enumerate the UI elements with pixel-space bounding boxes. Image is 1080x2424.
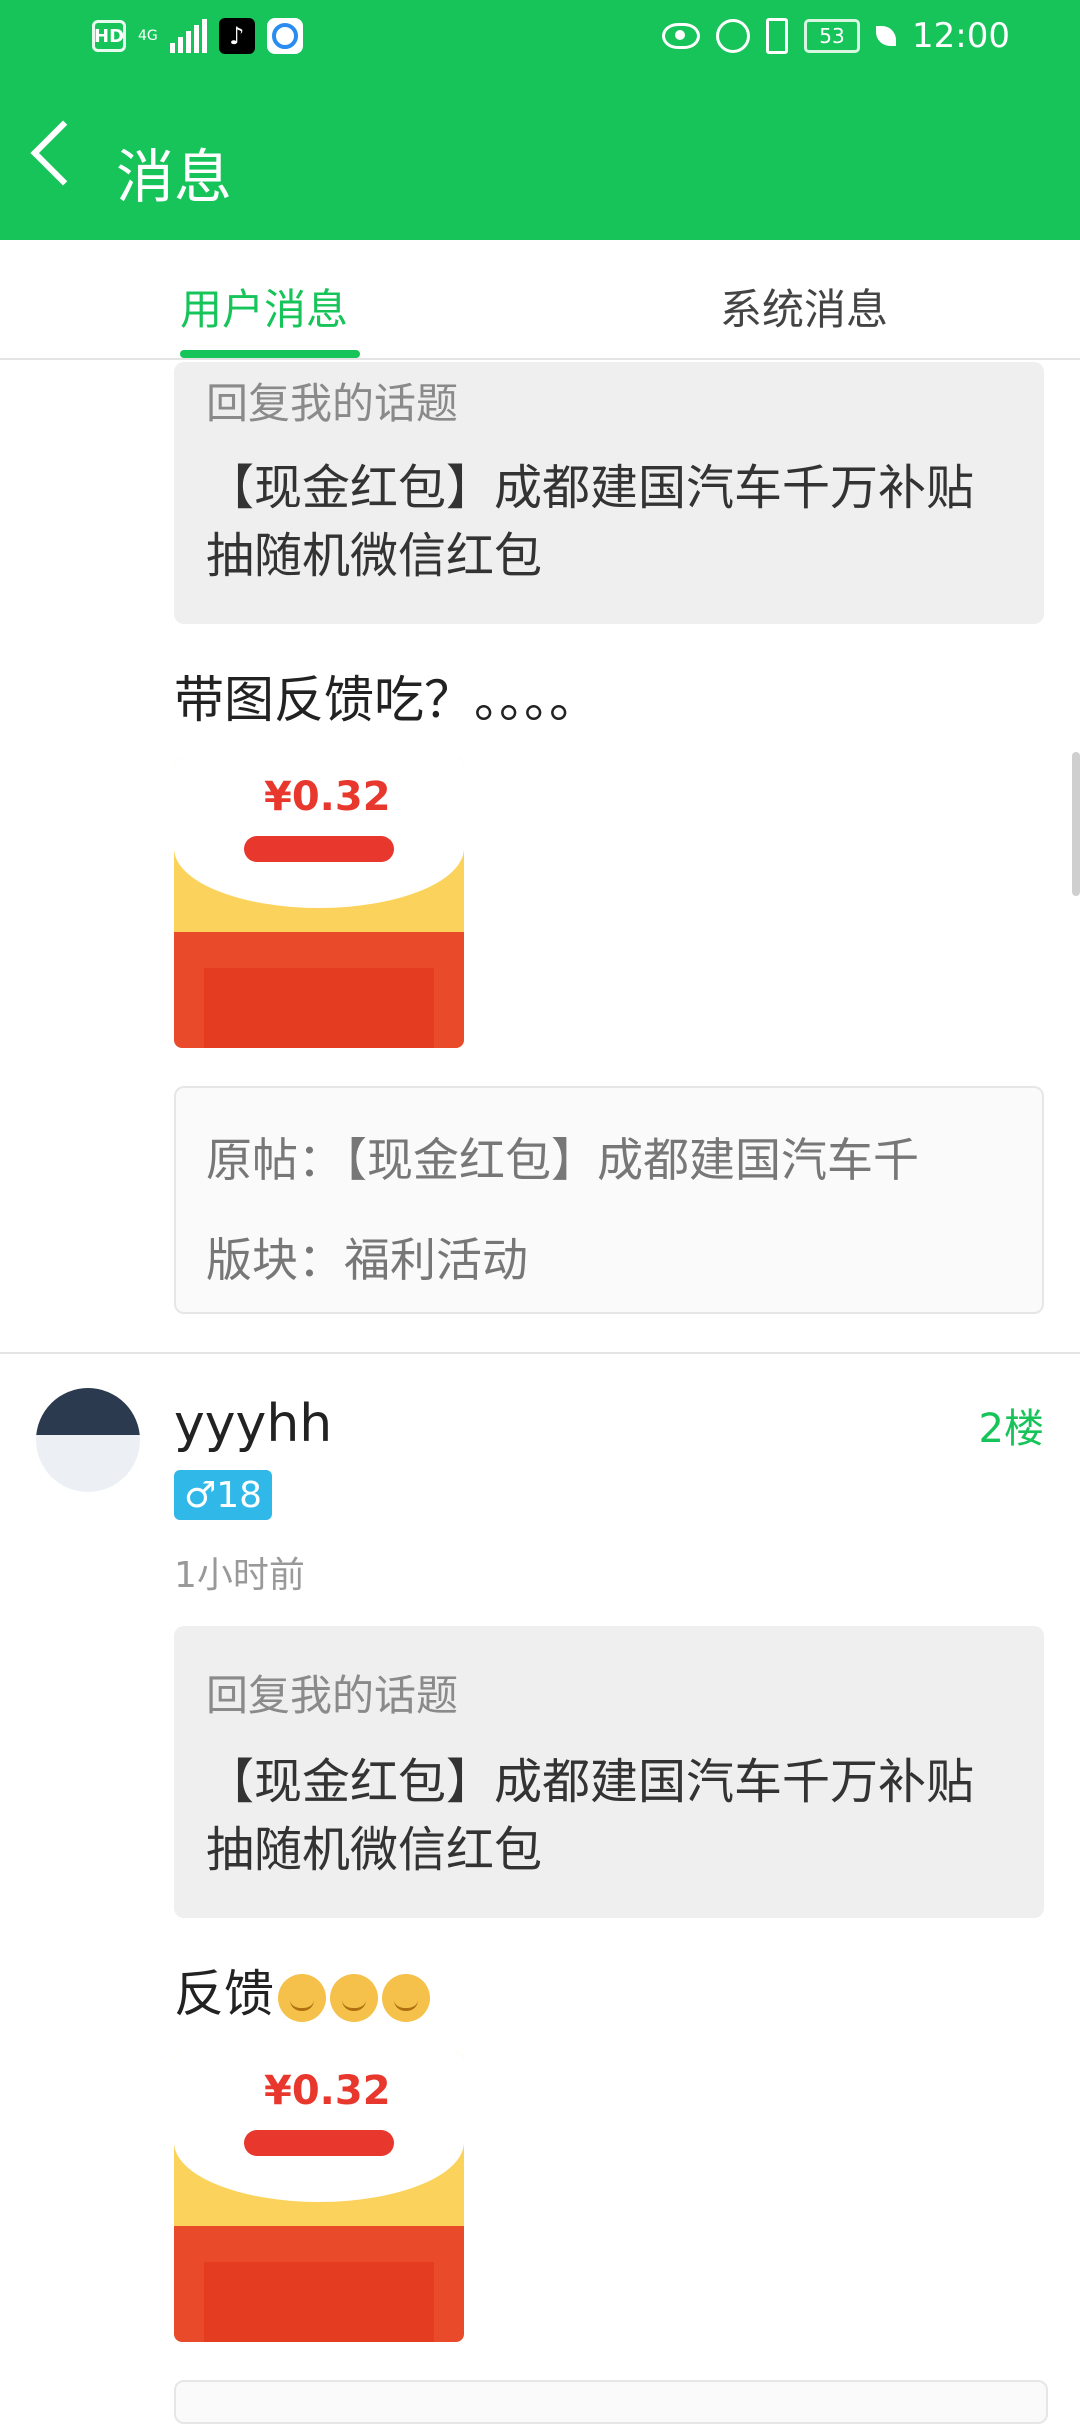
- smile-emoji-icon: [330, 1973, 378, 2022]
- status-bar: HD 4G ♪ 53 12:00: [0, 0, 1080, 80]
- message-image[interactable]: ¥0.32: [174, 758, 464, 1048]
- quoted-topic[interactable]: 回复我的话题 【现金红包】成都建国汽车千万补贴抽随机微信红包: [174, 1626, 1044, 1918]
- message-text: 带图反馈吃？。。。。: [174, 671, 599, 729]
- active-tab-indicator: [180, 350, 360, 358]
- time-ago: 1小时前: [174, 1555, 305, 1596]
- smile-emoji-icon: [278, 1973, 326, 2022]
- gender-age-badge: ♂18: [174, 1470, 272, 1520]
- image-amount: ¥0.32: [264, 774, 391, 820]
- username[interactable]: yyyhh: [174, 1394, 332, 1454]
- quote-head: 回复我的话题: [206, 1671, 459, 1720]
- scrollbar[interactable]: [1072, 752, 1080, 896]
- origin-post-card[interactable]: 原帖：【现金红包】成都建国汽车千 版块：福利活动: [174, 1086, 1044, 1314]
- board-line: 版块：福利活动: [206, 1233, 528, 1287]
- quote-title: 【现金红包】成都建国汽车千万补贴抽随机微信红包: [206, 460, 975, 584]
- network-label: 4G: [138, 28, 158, 44]
- alarm-icon: [716, 19, 751, 53]
- tab-system-messages[interactable]: 系统消息: [720, 276, 888, 337]
- signal-icon: [169, 19, 207, 53]
- vibrate-icon: [766, 18, 789, 54]
- back-arrow-icon[interactable]: [30, 120, 96, 186]
- floor-label: 2楼: [978, 1406, 1044, 1452]
- avatar[interactable]: [36, 1388, 140, 1492]
- page-title: 消息: [116, 143, 233, 211]
- hd-icon: HD: [92, 20, 126, 52]
- eye-icon: [662, 23, 701, 49]
- message-text: 反馈: [174, 1954, 430, 2026]
- quote-head: 回复我的话题: [206, 379, 459, 428]
- status-left: HD 4G ♪: [92, 18, 303, 54]
- origin-post-line: 原帖：【现金红包】成都建国汽车千: [206, 1133, 919, 1187]
- quote-title: 【现金红包】成都建国汽车千万补贴抽随机微信红包: [206, 1754, 975, 1878]
- battery-icon: 53: [804, 19, 861, 53]
- app-icon: [266, 18, 303, 54]
- smile-emoji-icon: [382, 1973, 430, 2022]
- tab-bar: 用户消息 系统消息: [0, 240, 1080, 360]
- header-bar: HD 4G ♪ 53 12:00 消息: [0, 0, 1080, 240]
- tiktok-icon: ♪: [218, 18, 255, 54]
- status-right: 53 12:00: [662, 16, 1010, 56]
- message-image[interactable]: ¥0.32: [174, 2052, 464, 2342]
- image-amount: ¥0.32: [264, 2068, 391, 2114]
- tab-user-messages[interactable]: 用户消息: [180, 276, 348, 337]
- message-text-label: 反馈: [174, 1965, 274, 2023]
- origin-post-card[interactable]: [174, 2380, 1048, 2424]
- clock: 12:00: [912, 16, 1010, 56]
- quoted-topic[interactable]: 回复我的话题 【现金红包】成都建国汽车千万补贴抽随机微信红包: [174, 362, 1044, 624]
- leaf-icon: [876, 26, 897, 46]
- item-divider: [0, 1352, 1080, 1354]
